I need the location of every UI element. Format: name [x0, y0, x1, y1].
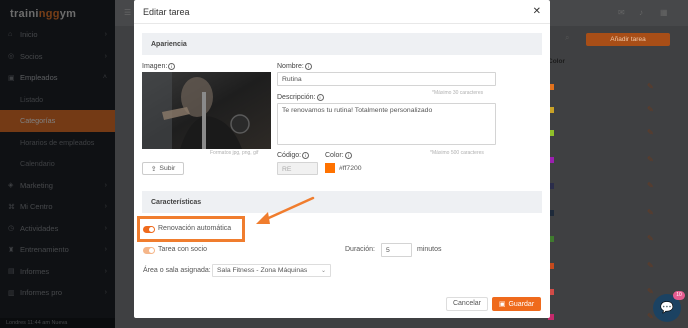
menu-icon[interactable]: ☰ [124, 8, 131, 17]
info-icon: i [168, 63, 176, 70]
modal-title: Editar tarea [143, 6, 190, 17]
close-icon[interactable]: ✕ [533, 6, 541, 17]
auto-renew-label: Renovación automática [158, 225, 232, 232]
task-image [142, 72, 271, 149]
image-hint: Formatos jpg, png, gif [210, 150, 259, 156]
duration-input[interactable]: 5 [381, 243, 412, 257]
chat-icon: 💬 [660, 302, 674, 314]
edit-icon[interactable]: ✎ [647, 155, 654, 164]
edit-icon[interactable]: ✎ [647, 105, 654, 114]
info-icon: i [344, 152, 352, 159]
duration-unit: minutos [417, 246, 442, 253]
with-member-label: Tarea con socio [158, 246, 208, 253]
chat-badge: 10 [673, 291, 685, 300]
name-label-text: Nombre: [277, 63, 304, 70]
area-select-value: Sala Fitness - Zona Máquinas [217, 267, 308, 274]
description-label: Descripción: i [277, 94, 324, 101]
search-icon[interactable]: ⌕ [565, 33, 569, 43]
bell-icon[interactable]: ♪ [639, 8, 643, 17]
upload-icon: ⇪ [150, 165, 157, 173]
section-appearance: Apariencia [142, 33, 542, 55]
edit-icon[interactable]: ✎ [647, 181, 654, 190]
color-column-header: Color [548, 58, 565, 65]
with-member-toggle[interactable] [143, 247, 155, 254]
code-label-text: Código: [277, 152, 302, 159]
add-task-button[interactable]: Añadir tarea [586, 33, 670, 46]
grid-icon[interactable]: ▦ [660, 8, 668, 17]
color-label: Color: i [325, 152, 352, 159]
info-icon: i [304, 63, 312, 70]
edit-icon[interactable]: ✎ [647, 261, 654, 270]
upload-button[interactable]: ⇪ Subir [142, 162, 184, 175]
color-value[interactable]: #ff7200 [339, 165, 362, 172]
code-label: Código: i [277, 152, 310, 159]
auto-renew-toggle[interactable] [143, 226, 155, 233]
edit-icon[interactable]: ✎ [647, 312, 654, 321]
mail-icon[interactable]: ✉ [618, 8, 625, 17]
gym-photo [142, 72, 271, 149]
edit-icon[interactable]: ✎ [647, 287, 654, 296]
description-hint: *Máximo 500 caracteres [430, 150, 484, 156]
edit-icon[interactable]: ✎ [647, 208, 654, 217]
section-features: Características [142, 191, 542, 213]
color-label-text: Color: [325, 152, 344, 159]
name-input[interactable]: Rutina [277, 72, 496, 86]
save-button[interactable]: ▣ Guardar [492, 297, 541, 311]
save-icon: ▣ [498, 301, 506, 308]
area-label: Área o sala asignada: [143, 267, 211, 274]
area-select[interactable]: Sala Fitness - Zona Máquinas ⌄ [212, 264, 331, 277]
color-swatch[interactable] [325, 163, 335, 173]
edit-icon[interactable]: ✎ [647, 128, 654, 137]
cancel-button[interactable]: Cancelar [446, 297, 488, 311]
name-hint: *Máximo 30 caracteres [432, 90, 484, 96]
save-label: Guardar [508, 300, 535, 308]
duration-label: Duración: [345, 246, 375, 253]
modal-header: Editar tarea ✕ [134, 0, 550, 24]
description-label-text: Descripción: [277, 94, 316, 101]
info-icon: i [316, 94, 324, 101]
description-textarea[interactable]: Te renovamos tu rutina! Totalmente perso… [277, 103, 496, 145]
image-label-text: Imagen: [142, 63, 168, 70]
name-label: Nombre: i [277, 63, 312, 70]
image-label: Imagen: i [142, 63, 176, 70]
code-input[interactable]: RE [277, 162, 318, 175]
chevron-down-icon: ⌄ [320, 268, 326, 274]
info-icon: i [302, 152, 310, 159]
edit-icon[interactable]: ✎ [647, 82, 654, 91]
edit-icon[interactable]: ✎ [647, 234, 654, 243]
upload-label: Subir [159, 165, 176, 172]
